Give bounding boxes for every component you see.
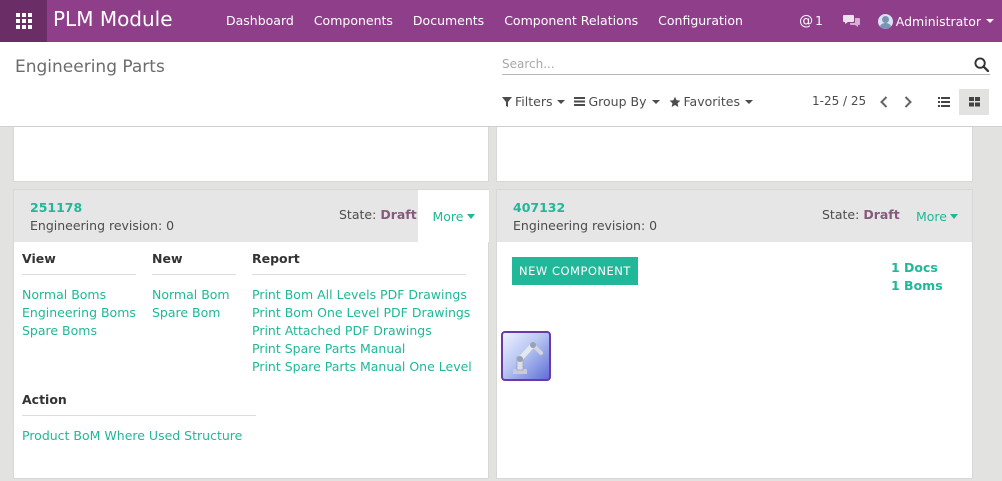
menu-components[interactable]: Components [304, 0, 403, 42]
state: State: Draft [339, 207, 417, 222]
apps-menu-button[interactable] [0, 0, 47, 42]
chat-bubbles-icon [842, 15, 860, 27]
state-label: State: [822, 207, 860, 222]
engineering-revision: Engineering revision: 0 [513, 218, 658, 233]
link-print-bom-all-levels[interactable]: Print Bom All Levels PDF Drawings [252, 286, 472, 304]
view-switcher [929, 89, 989, 115]
card-header: 407132 Engineering revision: 0 State: Dra… [497, 190, 972, 242]
more-label: More [432, 208, 464, 224]
kanban-card-251178[interactable]: 251178 Engineering revision: 0 State: Dra… [13, 189, 489, 479]
kanban-card-407132[interactable]: 407132 Engineering revision: 0 State: Dra… [496, 189, 973, 479]
boms-count-link[interactable]: 1 Boms [891, 278, 943, 293]
view-links: Normal Boms Engineering Boms Spare Boms [22, 286, 136, 340]
chat-button[interactable] [833, 14, 870, 28]
navbar-systray: @ 1 Administrator [789, 0, 1002, 42]
group-by-label: Group By [588, 94, 647, 109]
mentions-count: 1 [815, 14, 823, 28]
kanban-view-button[interactable] [959, 89, 989, 115]
user-name: Administrator [895, 13, 981, 29]
robot-arm-image [513, 342, 543, 374]
search-options: Filters Group By Favorites [502, 94, 762, 109]
more-dropdown-toggle[interactable]: More [907, 190, 967, 242]
chevron-down-icon [651, 99, 660, 104]
search-bar [502, 54, 990, 75]
state-value: Draft [863, 207, 900, 222]
part-code: 251178 [30, 200, 83, 215]
link-new-spare-bom[interactable]: Spare Bom [152, 304, 230, 322]
new-component-button[interactable]: NEW COMPONENT [512, 257, 638, 285]
chevron-left-icon [880, 96, 888, 108]
favorites-label: Favorites [683, 94, 740, 109]
group-by-button[interactable]: Group By [574, 94, 660, 109]
caret-down-icon [950, 213, 958, 219]
kanban-view-icon [968, 97, 980, 107]
link-print-bom-one-level[interactable]: Print Bom One Level PDF Drawings [252, 304, 472, 322]
pager-buttons [872, 92, 920, 112]
report-links: Print Bom All Levels PDF Drawings Print … [252, 286, 472, 376]
more-label: More [916, 208, 947, 224]
link-print-spare-parts-manual[interactable]: Print Spare Parts Manual [252, 340, 472, 358]
menu-component-relations[interactable]: Component Relations [494, 0, 648, 42]
top-navbar: PLM Module Dashboard Components Document… [0, 0, 1002, 42]
link-print-spare-parts-manual-one-level[interactable]: Print Spare Parts Manual One Level [252, 358, 472, 376]
page-title: Engineering Parts [15, 57, 165, 77]
chevron-down-icon [744, 99, 753, 104]
state-label: State: [339, 207, 377, 222]
filter-icon [502, 96, 512, 107]
part-code: 407132 [513, 200, 566, 215]
favorites-button[interactable]: Favorites [669, 94, 753, 109]
link-new-normal-bom[interactable]: Normal Bom [152, 286, 230, 304]
filters-label: Filters [515, 94, 553, 109]
component-thumbnail[interactable] [501, 331, 551, 381]
link-print-attached-pdf[interactable]: Print Attached PDF Drawings [252, 322, 472, 340]
list-view-button[interactable] [929, 89, 959, 115]
state: State: Draft [822, 207, 900, 222]
pager-previous-button[interactable] [872, 92, 896, 112]
menu-configuration[interactable]: Configuration [648, 0, 753, 42]
card-header: 251178 Engineering revision: 0 State: Dra… [14, 190, 489, 242]
chevron-down-icon [557, 99, 566, 104]
app-title: PLM Module [53, 7, 173, 31]
state-value: Draft [380, 207, 417, 222]
link-spare-boms[interactable]: Spare Boms [22, 322, 136, 340]
engineering-revision: Engineering revision: 0 [30, 218, 175, 233]
kanban-view: 251178 Engineering revision: 0 State: Dra… [0, 127, 1002, 481]
caret-down-icon [466, 213, 475, 219]
search-input[interactable] [502, 54, 962, 74]
menu-dashboard[interactable]: Dashboard [216, 0, 304, 42]
chevron-right-icon [904, 96, 912, 108]
mentions-button[interactable]: @ 1 [789, 13, 833, 29]
menu-documents[interactable]: Documents [403, 0, 494, 42]
link-normal-boms[interactable]: Normal Boms [22, 286, 136, 304]
control-panel: Engineering Parts Filters Group By Favor… [0, 42, 1002, 127]
pager-next-button[interactable] [896, 92, 920, 112]
action-links: Product BoM Where Used Structure [22, 427, 242, 445]
main-menu: Dashboard Components Documents Component… [216, 0, 753, 42]
link-engineering-boms[interactable]: Engineering Boms [22, 304, 136, 322]
pager-value[interactable]: 1-25 / 25 [812, 94, 866, 108]
list-view-icon [938, 97, 950, 107]
search-icon[interactable] [974, 57, 989, 72]
user-menu[interactable]: Administrator [870, 13, 1002, 29]
more-dropdown-toggle[interactable]: More [418, 190, 489, 242]
avatar [877, 13, 893, 29]
star-icon [669, 96, 680, 107]
filters-button[interactable]: Filters [502, 94, 566, 109]
chevron-down-icon [986, 19, 994, 23]
apps-grid-icon [15, 13, 32, 29]
action-section-title: Action [22, 392, 256, 416]
docs-count-link[interactable]: 1 Docs [891, 260, 938, 275]
kanban-card[interactable] [496, 127, 973, 182]
link-bom-where-used[interactable]: Product BoM Where Used Structure [22, 427, 242, 445]
list-icon [574, 97, 586, 106]
new-section-title: New [152, 251, 236, 275]
new-links: Normal Bom Spare Bom [152, 286, 230, 322]
at-sign-icon: @ [799, 13, 814, 29]
kanban-card[interactable] [13, 127, 489, 182]
view-section-title: View [22, 251, 136, 275]
report-section-title: Report [252, 251, 466, 275]
